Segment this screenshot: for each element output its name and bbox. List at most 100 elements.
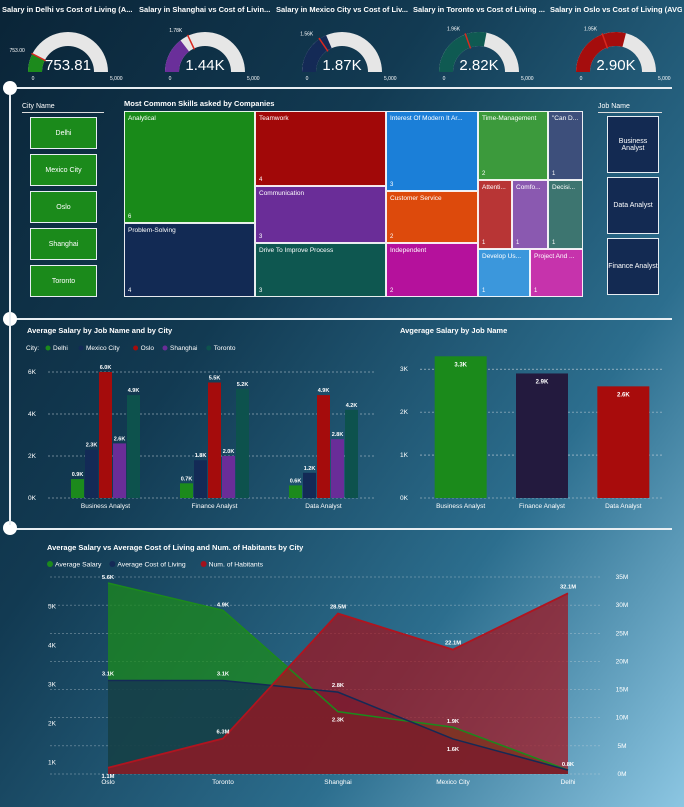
gauge-max-label: 5,000 [521, 76, 534, 82]
treemap-cell[interactable]: Comfo... 1 [512, 180, 548, 249]
gauge-value: 753.81 [45, 57, 91, 74]
treemap-cell[interactable]: Attenti... 1 [478, 180, 512, 249]
legend-label: Oslo [141, 345, 155, 352]
treemap-cell[interactable]: Teamwork 4 [255, 111, 386, 186]
bar-data-label: 4.2K [346, 403, 358, 409]
city-slicer-item-mexico-city[interactable]: Mexico City [30, 154, 97, 186]
treemap-title: Most Common Skills asked by Companies [124, 99, 275, 108]
bar [303, 472, 316, 498]
x-tick-label: Oslo [101, 779, 115, 786]
treemap-cell-label: Attenti... [482, 184, 506, 191]
x-tick-label: Finance Analyst [192, 503, 238, 510]
gauge-min-label: 0 [443, 76, 446, 82]
city-slicer-item-delhi[interactable]: Delhi [30, 117, 97, 149]
treemap-cell-label: Analytical [128, 115, 156, 122]
job-slicer-item-data-analyst[interactable]: Data Analyst [607, 177, 659, 234]
legend-label: Average Cost of Living [117, 562, 185, 569]
bar-data-label: 1.8K [195, 453, 207, 459]
treemap-cell[interactable]: Independent 2 [386, 243, 478, 297]
bar [236, 388, 249, 498]
salary-by-job-city-title: Average Salary by Job Name and by City [27, 326, 173, 335]
bar-data-label: 5.5K [209, 376, 221, 382]
treemap-cell-count: 4 [128, 288, 132, 294]
data-label-average-salary: 2.3K [332, 718, 345, 724]
bar-data-label: 1.2K [304, 466, 316, 472]
bar [99, 372, 112, 498]
gauge-max-label: 5,000 [110, 76, 123, 82]
bar-data-label: 6.0K [100, 365, 112, 371]
treemap-cell[interactable]: Problem-Solving 4 [124, 223, 255, 297]
gauge-value: 1.87K [322, 57, 361, 74]
treemap-cell[interactable]: Drive To Improve Process 3 [255, 243, 386, 297]
treemap-cell-label: Customer Service [390, 195, 442, 202]
treemap-cell[interactable]: Time-Management 2 [478, 111, 548, 180]
gauge-dial: 753.81 753.00 0 5,000 [9, 32, 123, 82]
bar-data-label: 0.9K [72, 472, 84, 478]
city-slicer-item-shanghai[interactable]: Shanghai [30, 228, 97, 260]
area-chart-title: Average Salary vs Average Cost of Living… [47, 543, 304, 552]
bar [222, 456, 235, 498]
legend-label: Mexico City [86, 345, 120, 352]
left-axis-tick-label: 3K [48, 681, 57, 688]
y-tick-label: 4K [28, 411, 37, 418]
treemap-cell[interactable]: Develop Us... 1 [478, 249, 530, 297]
bar [180, 483, 193, 498]
data-label-average-cost-of-living: 3.1K [102, 671, 115, 677]
treemap-cell-count: 3 [390, 182, 394, 188]
y-tick-label: 2K [400, 409, 409, 416]
legend-marker [47, 561, 53, 567]
gauge-title: Salary in Delhi vs Cost of Living (A... [2, 5, 133, 14]
legend-marker [78, 345, 84, 351]
gauge-target-label: 1.78K [169, 28, 183, 34]
gauge-min-label: 0 [169, 76, 172, 82]
treemap-cell-label: Interest Of Modern It Ar... [390, 115, 463, 122]
treemap-cell[interactable]: Communication 3 [255, 186, 386, 243]
job-slicer-item-finance-analyst[interactable]: Finance Analyst [607, 238, 659, 295]
treemap-cell[interactable]: Customer Service 2 [386, 191, 478, 243]
legend-marker [206, 345, 212, 351]
gauge-target-label: 753.00 [9, 48, 25, 54]
bar-data-label: 2.9K [536, 379, 549, 385]
bar [208, 382, 221, 498]
treemap-cell-label: Project And ... [534, 253, 575, 260]
divider-dot-top [3, 81, 17, 95]
treemap-cell-count: 1 [516, 240, 520, 246]
city-slicer-item-toronto[interactable]: Toronto [30, 265, 97, 297]
treemap-cell[interactable]: Decisi... 1 [548, 180, 583, 249]
data-label-num-of-habitants: 28.5M [330, 605, 346, 611]
gauge-min-label: 0 [32, 76, 35, 82]
legend-label: Shanghai [170, 345, 197, 352]
legend-label: Toronto [214, 345, 236, 352]
treemap-cell-label: Communication [259, 190, 305, 197]
bar-data-label: 4.9K [128, 388, 140, 394]
bar-data-label: 2.0K [223, 449, 235, 455]
gauge-dial: 2.82K 1.96K 0 5,000 [439, 27, 534, 82]
treemap-cell[interactable]: Analytical 6 [124, 111, 255, 223]
data-label-average-salary: 1.9K [447, 719, 460, 725]
treemap-cell-label: Drive To Improve Process [259, 247, 334, 254]
gauge-target-label: 1.56K [300, 32, 314, 38]
data-label-average-cost-of-living: 2.8K [332, 683, 345, 689]
treemap-cell[interactable]: Interest Of Modern It Ar... 3 [386, 111, 478, 191]
y-tick-label: 6K [28, 369, 37, 376]
right-axis-tick-label: 35M [616, 574, 629, 581]
job-slicer-item-business-analyst[interactable]: Business Analyst [607, 116, 659, 173]
treemap-cell[interactable]: "Can D... 1 [548, 111, 583, 180]
left-axis-tick-label: 2K [48, 720, 57, 727]
gauge-max-label: 5,000 [384, 76, 397, 82]
bar [85, 449, 98, 498]
gauge-dial: 1.87K 1.56K 0 5,000 [300, 32, 397, 82]
city-slicer-item-oslo[interactable]: Oslo [30, 191, 97, 223]
gauge-title: Salary in Oslo vs Cost of Living (AVG) [550, 5, 682, 14]
left-axis-tick-label: 5K [48, 603, 57, 610]
gauge-title: Salary in Mexico City vs Cost of Liv... [276, 5, 408, 14]
treemap-cell[interactable]: Project And ... 1 [530, 249, 583, 297]
bar-data-label: 4.9K [318, 388, 330, 394]
salary-by-job-city-chart: City: Delhi Mexico City Oslo Shanghai Toronto… [26, 345, 375, 510]
divider-bottom [8, 528, 672, 530]
left-axis-tick-label: 4K [48, 642, 57, 649]
data-label-average-salary: 5.6K [102, 575, 115, 581]
x-tick-label: Shanghai [324, 779, 351, 786]
treemap-cell-count: 6 [128, 214, 132, 220]
data-label-num-of-habitants: 6.3M [217, 730, 230, 736]
